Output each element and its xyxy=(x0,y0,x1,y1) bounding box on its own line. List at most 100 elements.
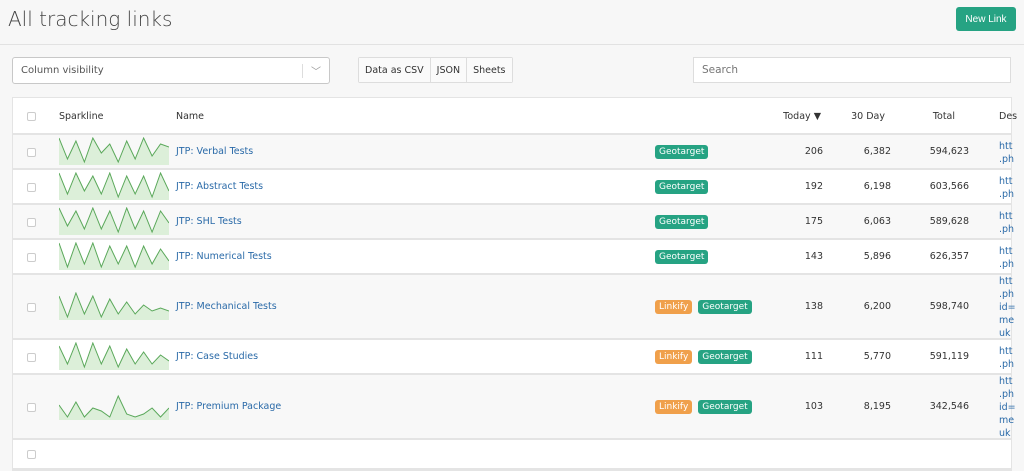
search-input[interactable] xyxy=(693,57,1011,83)
col-name[interactable]: Name xyxy=(176,111,204,122)
row-checkbox[interactable] xyxy=(27,352,36,362)
destination-fragment: .ph xyxy=(999,289,1015,300)
sparkline-chart xyxy=(59,291,169,320)
total-count: 589,628 xyxy=(929,215,969,227)
destination-fragment: uk xyxy=(999,428,1011,439)
destination-fragment: id= xyxy=(999,302,1016,313)
destination-link[interactable]: htt .ph xyxy=(999,345,1014,371)
table-row: JTP: Mechanical Tests Linkify Geotarget 138… xyxy=(13,275,1016,340)
col-sparkline: Sparkline xyxy=(59,111,104,122)
export-sheets-button[interactable]: Sheets xyxy=(467,58,512,82)
table-row: JTP: Numerical Tests Geotarget 143 5,896 626… xyxy=(13,240,1014,275)
geotarget-badge: Geotarget xyxy=(655,179,709,194)
row-checkbox[interactable] xyxy=(27,302,36,312)
destination-fragment: .ph xyxy=(999,223,1015,235)
link-name[interactable]: JTP: SHL Tests xyxy=(176,216,242,227)
destination-link[interactable]: htt .ph id= me uk xyxy=(999,275,1016,340)
table-row: JTP: Abstract Tests Geotarget 192 6,198 603,… xyxy=(13,170,1014,205)
link-name[interactable]: JTP: Abstract Tests xyxy=(176,181,263,192)
destination-fragment: me xyxy=(999,315,1015,326)
divider xyxy=(0,44,1024,45)
column-visibility-label: Column visibility xyxy=(21,65,104,76)
destination-fragment: htt xyxy=(999,345,1013,357)
table-header: Sparkline Name Today ▼ 30 Day Total Des xyxy=(13,98,1017,135)
geotarget-badge: Geotarget xyxy=(655,214,709,229)
30day-count: 5,896 xyxy=(863,250,891,262)
sort-desc-icon: ▼ xyxy=(813,111,821,122)
destination-link[interactable]: htt .ph xyxy=(999,210,1014,236)
sparkline-area xyxy=(59,242,169,270)
row-checkbox[interactable] xyxy=(27,217,36,227)
sparkline-chart xyxy=(59,241,169,270)
chevron-down-icon: ﹀ xyxy=(311,67,321,78)
col-total[interactable]: Total xyxy=(933,111,955,122)
badges: Geotarget xyxy=(655,144,709,159)
row-checkbox[interactable] xyxy=(27,147,36,157)
select-all-checkbox[interactable] xyxy=(27,112,36,121)
today-count: 111 xyxy=(804,350,823,362)
badges: Geotarget xyxy=(655,249,709,264)
row-checkbox[interactable] xyxy=(27,402,36,412)
row-checkbox[interactable] xyxy=(27,182,36,192)
destination-fragment: htt xyxy=(999,276,1013,287)
table-row: JTP: Verbal Tests Geotarget 206 6,382 594,62… xyxy=(13,135,1014,170)
col-today-label: Today xyxy=(783,111,811,122)
destination-fragment: htt xyxy=(999,140,1013,152)
today-count: 103 xyxy=(804,400,823,412)
col-today[interactable]: Today ▼ xyxy=(783,111,821,122)
total-count: 594,623 xyxy=(929,145,969,157)
col-30day[interactable]: 30 Day xyxy=(851,111,885,122)
badges: Geotarget xyxy=(655,179,709,194)
total-count: 342,546 xyxy=(929,400,969,412)
30day-count: 6,063 xyxy=(863,215,891,227)
badges: Linkify Geotarget xyxy=(655,349,752,364)
destination-fragment: htt xyxy=(999,245,1013,257)
today-count: 192 xyxy=(804,180,823,192)
export-json-button[interactable]: JSON xyxy=(430,58,468,82)
column-visibility-select[interactable]: Column visibility ﹀ xyxy=(12,57,330,84)
destination-fragment: .ph xyxy=(999,258,1015,270)
link-name[interactable]: JTP: Premium Package xyxy=(176,401,281,412)
col-destination[interactable]: Des xyxy=(999,111,1017,122)
total-count: 626,357 xyxy=(929,250,969,262)
today-count: 206 xyxy=(804,145,823,157)
page-title: All tracking links xyxy=(8,7,173,31)
today-count: 138 xyxy=(804,300,823,312)
table-row xyxy=(13,440,1011,470)
export-csv-button[interactable]: Data as CSV xyxy=(359,58,431,82)
geotarget-badge: Geotarget xyxy=(655,249,709,264)
row-checkbox[interactable] xyxy=(27,450,36,459)
sparkline-chart xyxy=(59,206,169,235)
new-link-button[interactable]: New Link xyxy=(956,7,1016,31)
30day-count: 5,770 xyxy=(863,350,891,362)
export-buttons: Data as CSV JSON Sheets xyxy=(358,57,513,83)
destination-link[interactable]: htt .ph xyxy=(999,245,1014,271)
links-table: Sparkline Name Today ▼ 30 Day Total Des … xyxy=(12,97,1017,471)
link-name[interactable]: JTP: Verbal Tests xyxy=(176,146,253,157)
30day-count: 6,198 xyxy=(863,180,891,192)
geotarget-badge: Geotarget xyxy=(698,349,752,364)
destination-link[interactable]: htt .ph id= me uk xyxy=(999,375,1016,440)
table-row: JTP: Case Studies Linkify Geotarget 111 5,77… xyxy=(13,340,1014,375)
destination-fragment: htt xyxy=(999,376,1013,387)
geotarget-badge: Geotarget xyxy=(698,399,752,414)
badges: Geotarget xyxy=(655,214,709,229)
destination-link[interactable]: htt .ph xyxy=(999,140,1014,166)
today-count: 143 xyxy=(804,250,823,262)
row-checkbox[interactable] xyxy=(27,252,36,262)
link-name[interactable]: JTP: Numerical Tests xyxy=(176,251,272,262)
divider xyxy=(302,64,303,78)
link-name[interactable]: JTP: Mechanical Tests xyxy=(176,301,277,312)
total-count: 598,740 xyxy=(929,300,969,312)
geotarget-badge: Geotarget xyxy=(698,299,752,314)
destination-fragment: htt xyxy=(999,210,1013,222)
destination-link[interactable]: htt .ph xyxy=(999,175,1014,201)
destination-fragment: uk xyxy=(999,328,1011,339)
sparkline-chart xyxy=(59,136,169,165)
link-name[interactable]: JTP: Case Studies xyxy=(176,351,258,362)
destination-fragment: .ph xyxy=(999,153,1015,165)
destination-fragment: .ph xyxy=(999,358,1015,370)
linkify-badge: Linkify xyxy=(655,349,693,364)
badges: Linkify Geotarget xyxy=(655,399,752,414)
30day-count: 6,200 xyxy=(863,300,891,312)
